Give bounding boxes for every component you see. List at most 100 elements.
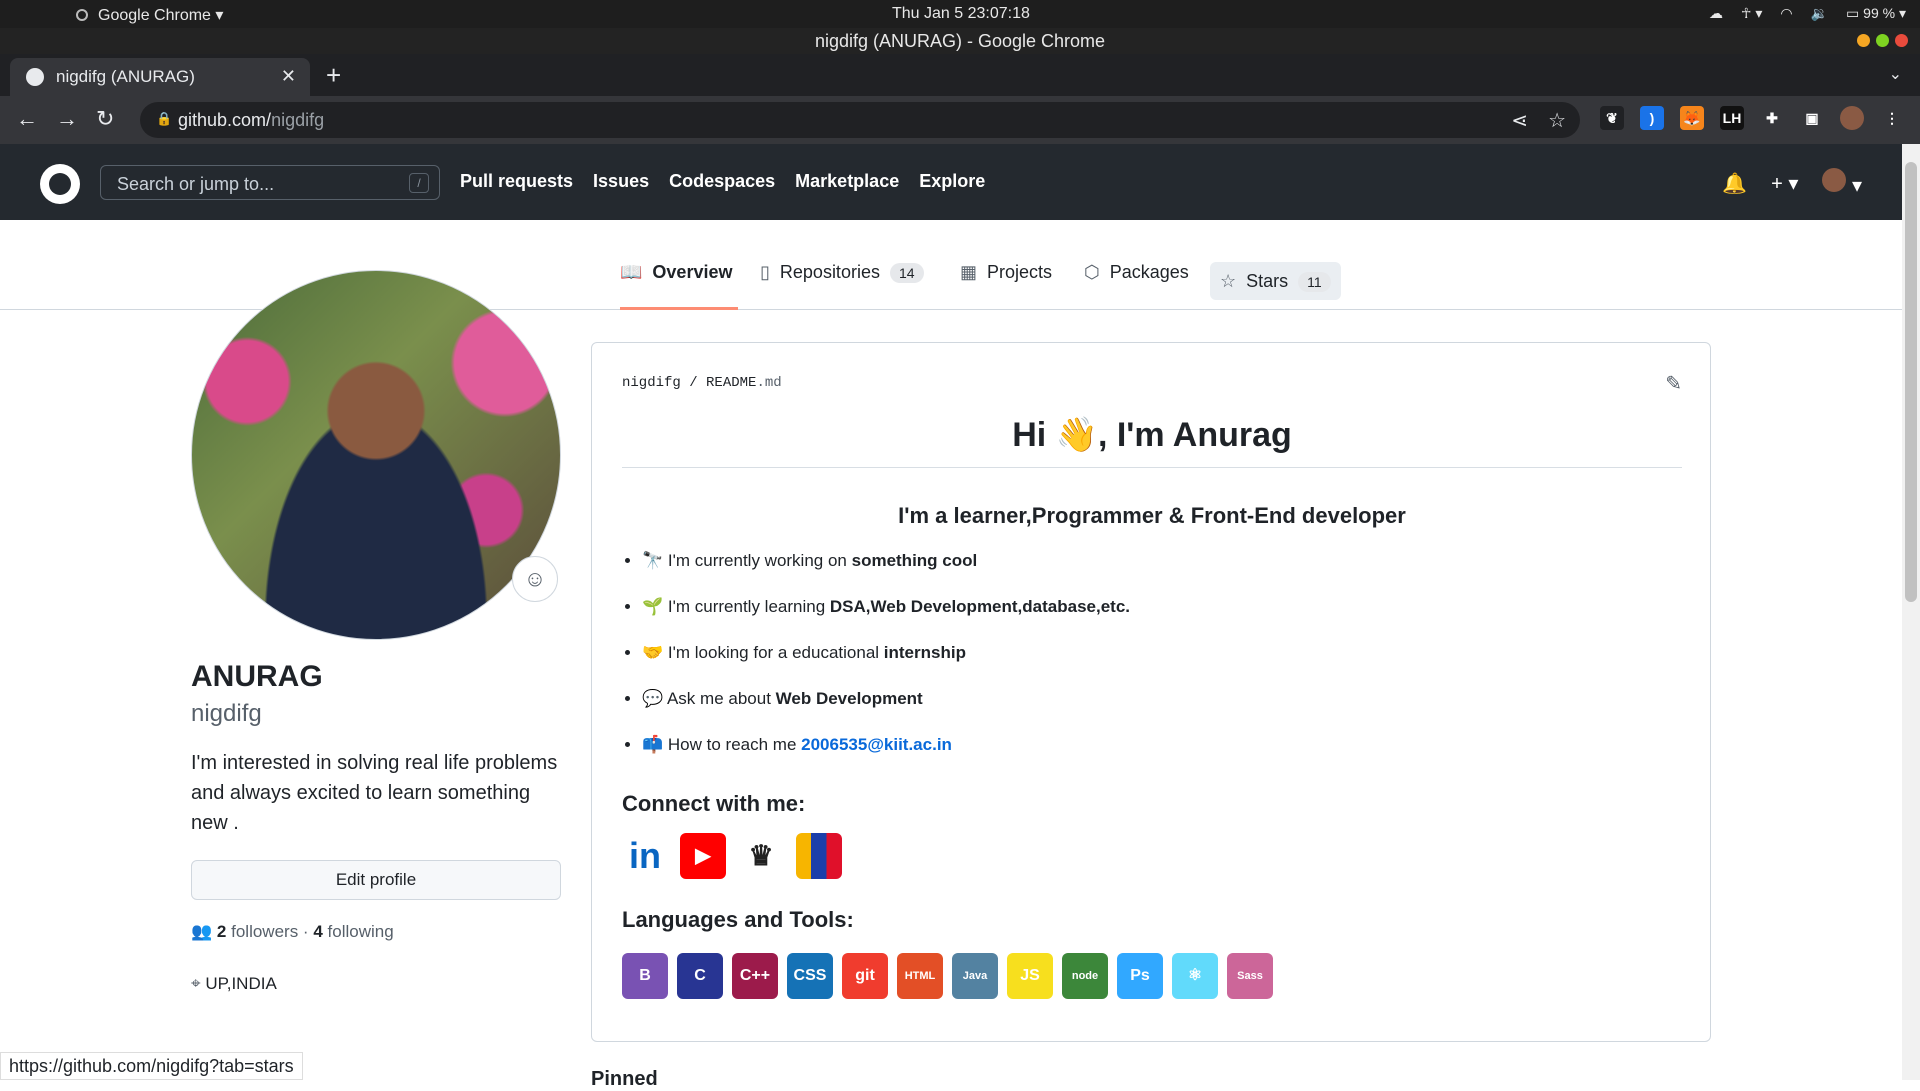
new-tab-icon[interactable]: + [326, 60, 341, 91]
git-icon[interactable]: git [842, 953, 888, 999]
email-link[interactable]: 2006535@kiit.ac.in [801, 735, 952, 754]
tab-projects[interactable]: ▦ Projects [960, 262, 1052, 310]
tab-packages[interactable]: ⬡ Packages [1084, 262, 1189, 310]
maximize-button[interactable] [1876, 34, 1889, 47]
java-icon[interactable]: Java [952, 953, 998, 999]
list-item: 🌱 I'm currently learning DSA,Web Develop… [642, 594, 1130, 640]
nav-codespaces[interactable]: Codespaces [669, 171, 775, 192]
follow-stats: 👥 2 followers · 4 following [191, 922, 394, 941]
github-logo-icon[interactable] [40, 164, 80, 204]
accessibility-icon[interactable]: ☥ ▾ [1741, 5, 1762, 22]
notifications-bell-icon[interactable]: 🔔 [1722, 171, 1747, 196]
cplusplus-icon[interactable]: C++ [732, 953, 778, 999]
os-clock[interactable]: Thu Jan 5 23:07:18 [892, 5, 1030, 23]
os-app-menu[interactable]: Google Chrome ▾ [76, 5, 223, 25]
tab-repositories[interactable]: ▯ Repositories 14 [760, 262, 924, 310]
tab-close-icon[interactable]: ✕ [281, 66, 296, 87]
extensions-puzzle-icon[interactable]: ✚ [1760, 106, 1784, 130]
following-link[interactable]: 4 following [313, 922, 393, 941]
html5-icon[interactable]: HTML [897, 953, 943, 999]
profile-fullname: ANURAG [191, 660, 323, 693]
edit-readme-pencil-icon[interactable]: ✎ [1665, 371, 1682, 396]
set-status-smiley-icon[interactable]: ☺ [512, 556, 558, 602]
profile-avatar[interactable] [191, 270, 561, 640]
followers-link[interactable]: 2 followers [217, 922, 298, 941]
nav-marketplace[interactable]: Marketplace [795, 171, 899, 192]
lock-icon[interactable]: 🔒 [156, 111, 172, 127]
repo-count-badge: 14 [889, 263, 924, 283]
browser-toolbar: ← → ↻ 🔒 github.com/nigdifg ⋖ ☆ ❦ ) 🦊 LH … [0, 96, 1920, 144]
repo-icon: ▯ [760, 262, 770, 282]
c-icon[interactable]: C [677, 953, 723, 999]
sass-icon[interactable]: Sass [1227, 953, 1273, 999]
user-menu[interactable]: ▾ [1822, 168, 1862, 198]
browser-tab[interactable]: nigdifg (ANURAG) ✕ [10, 58, 310, 96]
os-top-bar: Google Chrome ▾ Thu Jan 5 23:07:18 ☁ ☥ ▾… [0, 0, 1920, 28]
profile-login: nigdifg [191, 700, 262, 727]
page-scrollbar[interactable] [1902, 144, 1920, 1080]
package-icon: ⬡ [1084, 262, 1100, 282]
readme-list: 🔭 I'm currently working on something coo… [622, 548, 1130, 778]
battery-indicator[interactable]: ▭ 99 % ▾ [1846, 5, 1906, 22]
extension-2-icon[interactable]: ) [1640, 106, 1664, 130]
volume-icon[interactable]: 🔉 [1811, 5, 1828, 22]
tab-overview[interactable]: 📖 Overview [620, 262, 738, 310]
tools-icons: B C C++ CSS git HTML Java JS node Ps ⚛ Sass [622, 953, 1273, 999]
css3-icon[interactable]: CSS [787, 953, 833, 999]
github-header: Search or jump to... / Pull requests Iss… [0, 144, 1902, 220]
side-panel-icon[interactable]: ▣ [1800, 106, 1824, 130]
lighthouse-icon[interactable]: LH [1720, 106, 1744, 130]
nav-pull-requests[interactable]: Pull requests [460, 171, 573, 192]
close-window-button[interactable] [1895, 34, 1908, 47]
profile-bio: I'm interested in solving real life prob… [191, 752, 558, 834]
wifi-icon[interactable]: ◠ [1780, 5, 1792, 22]
create-new-plus-icon[interactable]: + ▾ [1771, 171, 1798, 196]
user-avatar [1822, 168, 1847, 192]
linkedin-icon[interactable]: in [622, 833, 668, 879]
nav-explore[interactable]: Explore [919, 171, 985, 192]
readme-owner-link[interactable]: nigdifg [622, 375, 681, 391]
chrome-menu-icon[interactable]: ⋮ [1880, 106, 1904, 130]
scrollbar-thumb[interactable] [1905, 162, 1917, 602]
url-text[interactable]: github.com/nigdifg [178, 110, 324, 131]
share-icon[interactable]: ⋖ [1511, 108, 1528, 133]
cloud-icon[interactable]: ☁ [1709, 5, 1723, 22]
star-icon: ☆ [1220, 270, 1237, 291]
readme-heading: Hi 👋, I'm Anurag [622, 415, 1682, 468]
youtube-icon[interactable]: ▶ [680, 833, 726, 879]
photoshop-icon[interactable]: Ps [1117, 953, 1163, 999]
location-pin-icon: ⌖ [191, 974, 201, 993]
profile-avatar-icon[interactable] [1840, 106, 1864, 130]
edit-profile-button[interactable]: Edit profile [191, 860, 561, 900]
bookmark-star-icon[interactable]: ☆ [1548, 108, 1566, 133]
search-input[interactable]: Search or jump to... / [100, 165, 440, 200]
github-nav: Pull requests Issues Codespaces Marketpl… [460, 171, 985, 192]
system-tray[interactable]: ☁ ☥ ▾ ◠ 🔉 ▭ 99 % ▾ [1709, 5, 1906, 22]
list-item: 📫 How to reach me 2006535@kiit.ac.in [642, 732, 1130, 778]
address-bar[interactable]: 🔒 github.com/nigdifg ⋖ ☆ [140, 102, 1580, 138]
react-icon[interactable]: ⚛ [1172, 953, 1218, 999]
status-bar-url: https://github.com/nigdifg?tab=stars [0, 1052, 303, 1080]
header-actions: 🔔 + ▾ ▾ [1722, 168, 1862, 198]
leetcode-icon[interactable] [796, 833, 842, 879]
tab-search-icon[interactable]: ⌄ [1889, 64, 1902, 84]
tab-title: nigdifg (ANURAG) [56, 67, 195, 86]
tab-strip: nigdifg (ANURAG) ✕ + ⌄ [0, 54, 1920, 96]
javascript-icon[interactable]: JS [1007, 953, 1053, 999]
metamask-icon[interactable]: 🦊 [1680, 106, 1704, 130]
book-icon: 📖 [620, 262, 643, 282]
nav-issues[interactable]: Issues [593, 171, 649, 192]
list-item: 🔭 I'm currently working on something coo… [642, 548, 1130, 594]
readme-subheading: I'm a learner,Programmer & Front-End dev… [898, 503, 1406, 528]
tools-heading: Languages and Tools: [622, 907, 854, 932]
back-icon[interactable]: ← [16, 106, 38, 132]
tab-stars[interactable]: ☆ Stars 11 [1210, 262, 1341, 300]
reload-icon[interactable]: ↻ [96, 106, 114, 132]
extension-1-icon[interactable]: ❦ [1600, 106, 1624, 130]
minimize-button[interactable] [1857, 34, 1870, 47]
codechef-icon[interactable]: ♛ [738, 833, 784, 879]
forward-icon[interactable]: → [56, 106, 78, 132]
nodejs-icon[interactable]: node [1062, 953, 1108, 999]
search-shortcut-key: / [409, 173, 429, 193]
bootstrap-icon[interactable]: B [622, 953, 668, 999]
